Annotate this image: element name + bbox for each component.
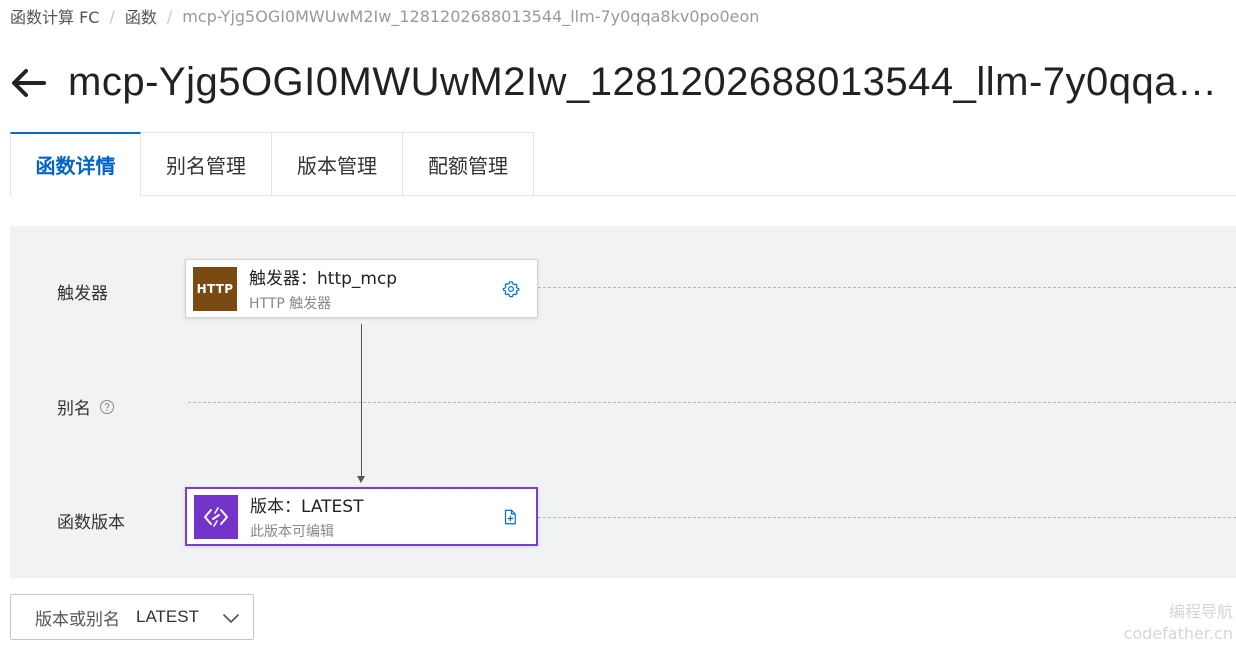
trigger-to-version-connector bbox=[361, 324, 362, 478]
add-file-icon[interactable] bbox=[498, 505, 522, 529]
watermark-line2: codefather.cn bbox=[1123, 624, 1233, 643]
version-select-label: 版本或别名 bbox=[35, 609, 120, 630]
version-row-label: 函数版本 bbox=[57, 513, 125, 533]
row-label-alias: 别名 bbox=[57, 394, 115, 419]
title-row: mcp-Yjg5OGI0MWUwM2Iw_1281202688013544_ll… bbox=[8, 60, 1236, 105]
version-node-subtitle: 此版本可编辑 bbox=[250, 524, 334, 540]
tab-version-management[interactable]: 版本管理 bbox=[272, 132, 403, 196]
alias-row-label: 别名 bbox=[57, 399, 91, 419]
function-topology-diagram: 触发器 别名 函数版本 HTTP 触发器：http_mcp HTTP 触发器 版… bbox=[10, 226, 1236, 578]
breadcrumb: 函数计算 FC / 函数 / mcp-Yjg5OGI0MWUwM2Iw_1281… bbox=[10, 4, 759, 28]
back-arrow-icon[interactable] bbox=[8, 63, 48, 103]
breadcrumb-separator: / bbox=[109, 6, 115, 26]
chevron-down-icon bbox=[221, 608, 241, 632]
tab-alias-management[interactable]: 别名管理 bbox=[141, 132, 272, 196]
breadcrumb-item-functions[interactable]: 函数 bbox=[125, 4, 157, 28]
breadcrumb-item-fc[interactable]: 函数计算 FC bbox=[10, 4, 99, 28]
connector-arrowhead bbox=[357, 476, 365, 483]
http-trigger-icon: HTTP bbox=[193, 266, 237, 311]
trigger-row-divider bbox=[538, 287, 1236, 288]
row-label-trigger: 触发器 bbox=[57, 279, 108, 304]
version-node-text: 版本：LATEST 此版本可编辑 bbox=[250, 492, 498, 541]
trigger-node-text: 触发器：http_mcp HTTP 触发器 bbox=[249, 264, 499, 313]
version-icon bbox=[194, 494, 238, 539]
http-icon-text: HTTP bbox=[196, 281, 234, 296]
tab-bar: 函数详情 别名管理 版本管理 配额管理 bbox=[10, 132, 534, 196]
gear-icon[interactable] bbox=[499, 277, 523, 301]
row-label-version: 函数版本 bbox=[57, 508, 125, 533]
breadcrumb-separator: / bbox=[166, 6, 173, 26]
version-alias-select[interactable]: 版本或别名 LATEST bbox=[10, 594, 254, 640]
watermark-line1: 编程导航 bbox=[1168, 602, 1233, 621]
trigger-node[interactable]: HTTP 触发器：http_mcp HTTP 触发器 bbox=[185, 259, 538, 318]
tab-function-details[interactable]: 函数详情 bbox=[10, 132, 141, 196]
version-node-title: 版本：LATEST bbox=[250, 497, 364, 517]
watermark: 编程导航 codefather.cn bbox=[1124, 601, 1233, 645]
help-icon[interactable] bbox=[99, 399, 115, 415]
alias-row-divider bbox=[188, 402, 1236, 403]
breadcrumb-item-current: mcp-Yjg5OGI0MWUwM2Iw_1281202688013544_ll… bbox=[182, 6, 760, 26]
trigger-node-subtitle: HTTP 触发器 bbox=[249, 296, 332, 312]
tab-quota-management[interactable]: 配额管理 bbox=[403, 132, 534, 196]
trigger-row-label: 触发器 bbox=[57, 284, 108, 304]
version-node[interactable]: 版本：LATEST 此版本可编辑 bbox=[185, 487, 538, 546]
version-row-divider bbox=[538, 517, 1236, 518]
page-title: mcp-Yjg5OGI0MWUwM2Iw_1281202688013544_ll… bbox=[68, 60, 1233, 104]
trigger-node-title: 触发器：http_mcp bbox=[249, 269, 398, 289]
version-select-value: LATEST bbox=[136, 607, 199, 626]
